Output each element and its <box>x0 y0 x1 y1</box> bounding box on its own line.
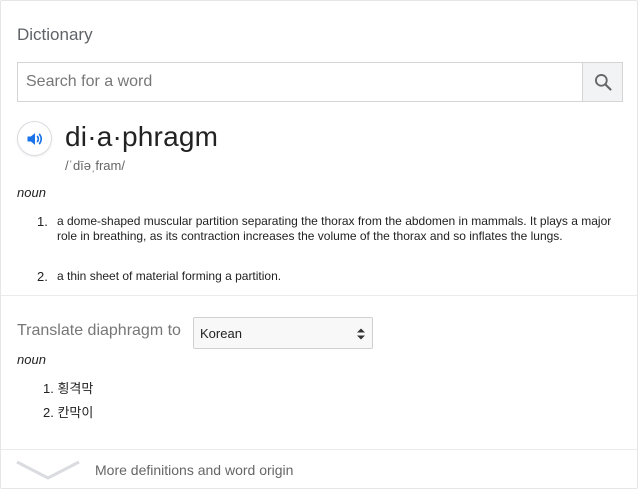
divider <box>1 295 638 296</box>
speaker-icon <box>27 132 42 145</box>
translation-item: 1. 횡격막 <box>43 378 93 397</box>
translation-text: 횡격막 <box>57 381 94 396</box>
translation-number: 2. <box>43 405 54 420</box>
definition-text: a thin sheet of material forming a parti… <box>57 269 282 283</box>
part-of-speech: noun <box>17 185 46 200</box>
translation-number: 1. <box>43 381 54 396</box>
dictionary-card: Dictionary di·a·phragm /ˈdīəˌfram/ noun … <box>0 0 638 489</box>
translation-part-of-speech: noun <box>17 352 46 367</box>
translate-label: Translate diaphragm to <box>17 322 181 339</box>
headword: di·a·phragm <box>65 121 219 152</box>
search-button[interactable] <box>582 63 622 101</box>
divider <box>1 449 638 450</box>
translation-item: 2. 칸막이 <box>43 402 93 421</box>
chevron-down-icon[interactable] <box>15 458 81 482</box>
definition-number: 2. <box>37 269 48 284</box>
pronunciation: /ˈdīəˌfram/ <box>65 158 125 173</box>
select-arrows-icon <box>357 328 365 340</box>
panel-title: Dictionary <box>17 25 93 44</box>
search-icon <box>594 74 612 91</box>
search-input[interactable] <box>18 63 583 101</box>
more-definitions-link[interactable]: More definitions and word origin <box>95 462 293 478</box>
translation-text: 칸막이 <box>57 405 94 420</box>
definition-number: 1. <box>37 214 48 229</box>
selected-language: Korean <box>200 325 242 341</box>
definition-item: 2. a thin sheet of material forming a pa… <box>37 269 623 284</box>
language-select[interactable]: Korean <box>193 317 373 349</box>
search-box <box>17 62 623 102</box>
definition-text: a dome-shaped muscular partition separat… <box>57 214 612 243</box>
definition-item: 1. a dome-shaped muscular partition sepa… <box>37 214 623 244</box>
pronounce-button[interactable] <box>17 121 52 156</box>
